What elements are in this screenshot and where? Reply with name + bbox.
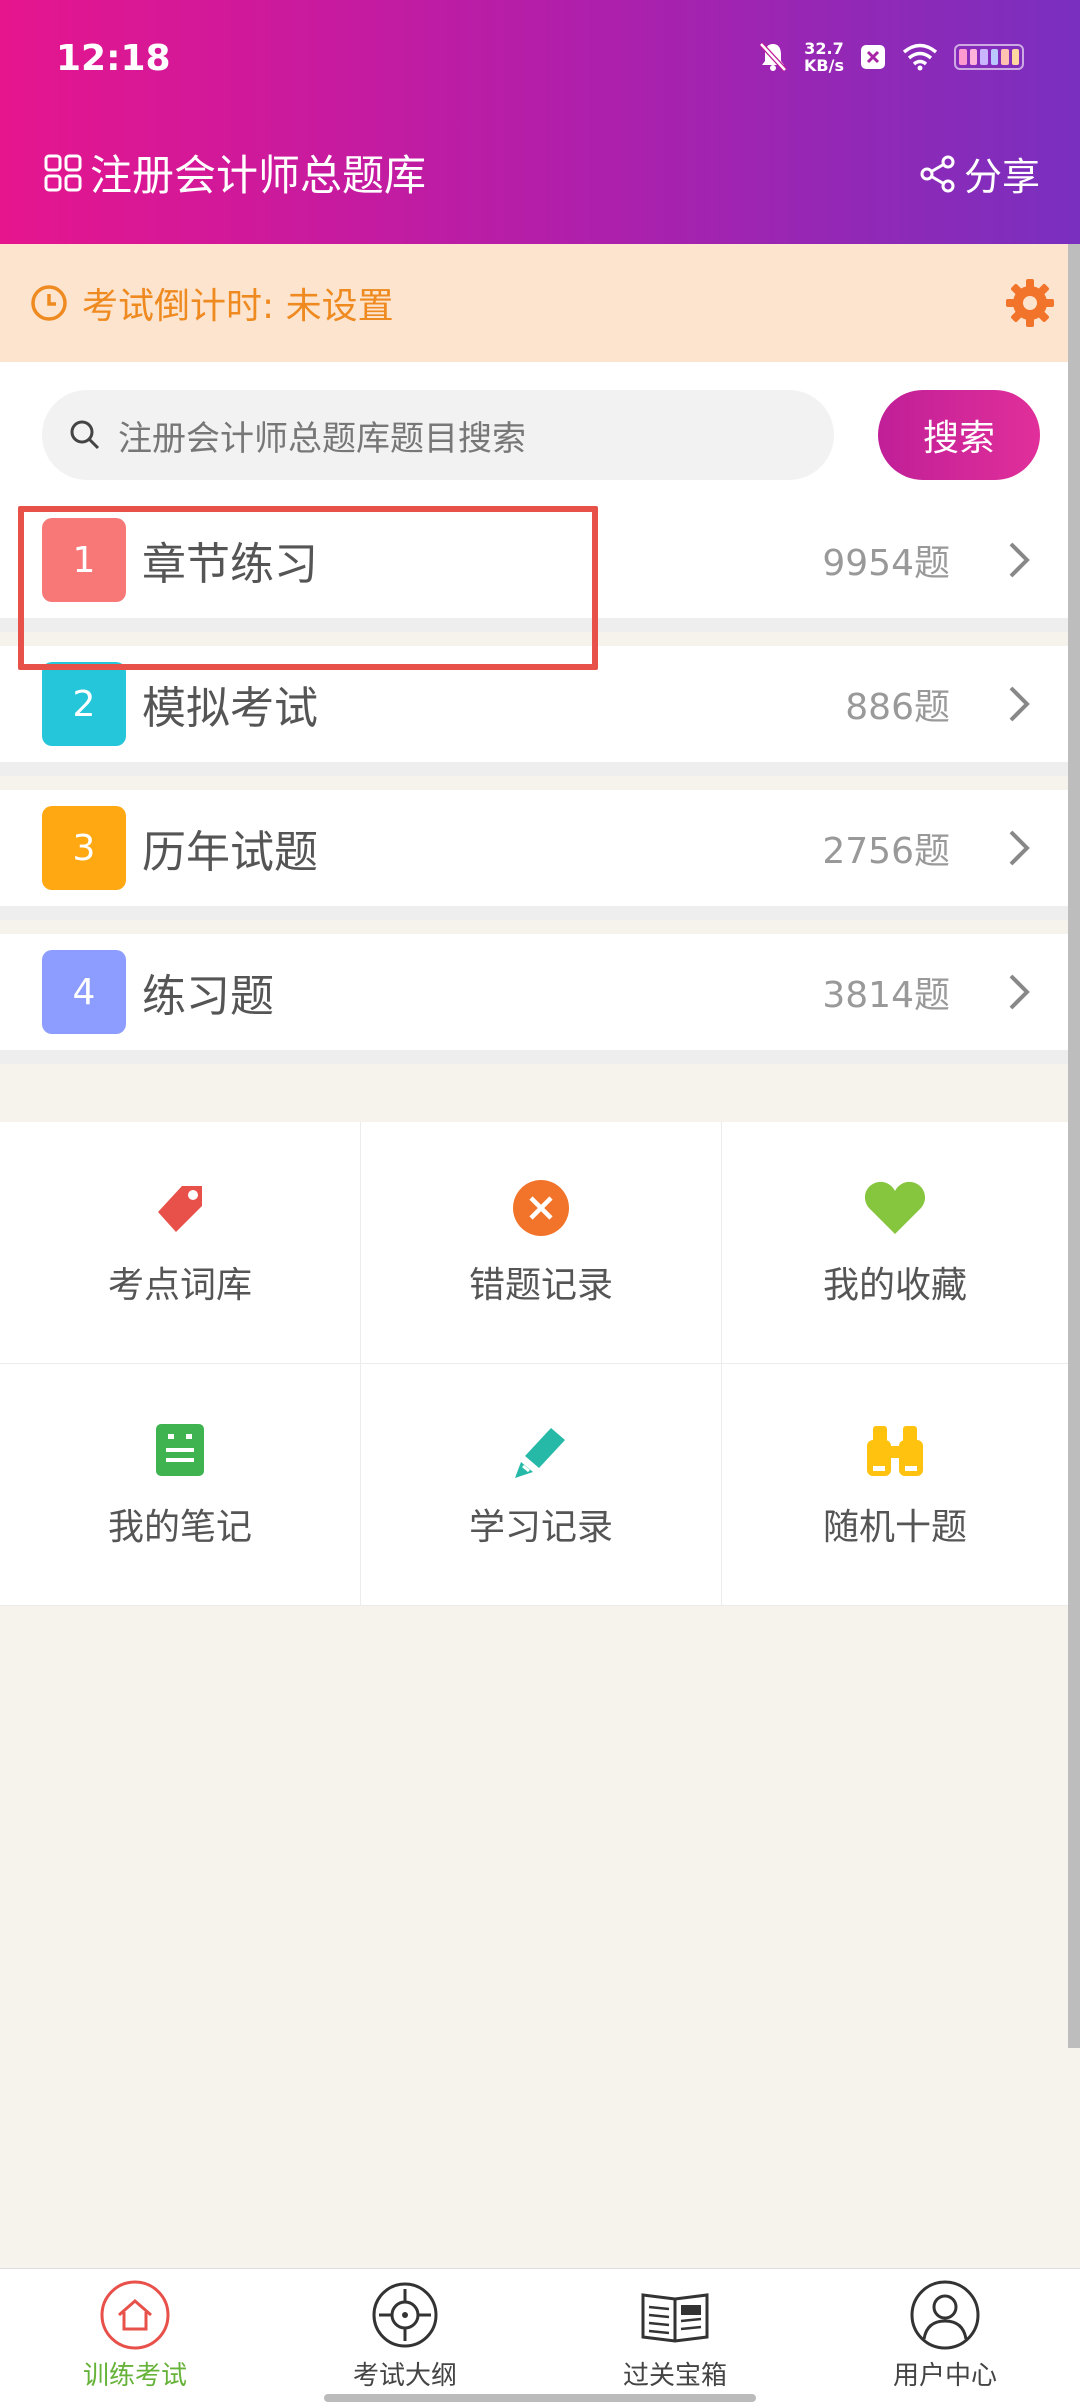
app-header: 12:18 32.7 KB/s 注册会计师总题库 分享 (0, 0, 1080, 244)
tool-label: 考点词库 (107, 1264, 252, 1306)
search-icon (70, 420, 100, 450)
menu-item-practice-questions[interactable]: 4 练习题 3814题 (0, 934, 1068, 1064)
chevron-right-icon (1009, 830, 1030, 866)
notebook-icon (156, 1423, 204, 1476)
notification-x-icon (861, 45, 885, 69)
nav-exam-syllabus[interactable]: 考试大纲 (270, 2269, 540, 2408)
menu-label: 历年试题 (142, 827, 318, 878)
search-button[interactable]: 搜索 (878, 390, 1040, 480)
nav-label: 训练考试 (82, 2361, 187, 2391)
network-speed: 32.7 KB/s (804, 40, 844, 74)
nav-user-center[interactable]: 用户中心 (810, 2269, 1080, 2408)
chevron-right-icon (1009, 542, 1030, 578)
menu-count: 3814题 (822, 975, 950, 1016)
tool-random-ten[interactable]: 随机十题 (722, 1364, 1068, 1606)
highlight-annotation-box (18, 506, 598, 670)
chevron-right-icon (1009, 974, 1030, 1010)
status-icons: 32.7 KB/s (758, 40, 1024, 74)
nav-label: 用户中心 (892, 2361, 997, 2391)
share-label: 分享 (963, 155, 1040, 199)
tools-grid: 考点词库 错题记录 我的收藏 我的笔记 学习记录 随机十题 (0, 1122, 1068, 1606)
menu-label: 练习题 (142, 971, 274, 1022)
newspaper-icon (641, 2293, 709, 2343)
nav-pass-treasure[interactable]: 过关宝箱 (540, 2269, 810, 2408)
tool-label: 学习记录 (468, 1506, 613, 1548)
share-icon (920, 155, 955, 192)
menu-number-badge: 2 (42, 662, 126, 746)
tool-label: 我的笔记 (107, 1506, 252, 1548)
tool-wrong-answers[interactable]: 错题记录 (361, 1122, 722, 1364)
home-icon (100, 2280, 170, 2350)
target-icon (372, 2282, 438, 2348)
menu-number-badge: 4 (42, 950, 126, 1034)
tool-label: 错题记录 (468, 1264, 613, 1306)
tool-label: 我的收藏 (822, 1264, 967, 1306)
mute-bell-icon (759, 42, 787, 72)
gear-icon[interactable] (1004, 277, 1056, 329)
heart-icon (864, 1181, 926, 1234)
nav-label: 考试大纲 (352, 2361, 457, 2391)
tool-label: 随机十题 (822, 1506, 967, 1548)
menu-count: 9954题 (822, 543, 950, 584)
menu-count: 2756题 (822, 831, 950, 872)
speed-value: 32.7 (804, 39, 844, 58)
grid-menu-icon[interactable] (44, 154, 82, 192)
nav-training-exam[interactable]: 训练考试 (0, 2269, 270, 2408)
nav-label: 过关宝箱 (622, 2361, 727, 2391)
wifi-icon (902, 43, 938, 71)
app-title: 注册会计师总题库 (90, 151, 427, 200)
menu-label: 模拟考试 (142, 683, 318, 734)
home-indicator (324, 2394, 756, 2402)
search-input[interactable]: 注册会计师总题库题目搜索 (42, 390, 834, 480)
share-button[interactable]: 分享 (920, 146, 1040, 201)
tool-favorites[interactable]: 我的收藏 (722, 1122, 1068, 1364)
battery-icon (954, 44, 1024, 70)
search-area: 注册会计师总题库题目搜索 搜索 (0, 362, 1080, 502)
bottom-nav: 训练考试 考试大纲 过关宝箱 用户中心 (0, 2268, 1080, 2408)
tool-keyword-library[interactable]: 考点词库 (0, 1122, 361, 1364)
binoculars-icon (867, 1425, 923, 1476)
user-icon (910, 2280, 980, 2350)
search-placeholder: 注册会计师总题库题目搜索 (118, 418, 526, 459)
countdown-label: 考试倒计时: 未设置 (82, 286, 394, 327)
speed-unit: KB/s (804, 56, 844, 75)
pen-icon (515, 1427, 565, 1478)
close-circle-icon (513, 1179, 569, 1236)
title-row: 注册会计师总题库 (44, 142, 426, 203)
menu-item-past-exams[interactable]: 3 历年试题 2756题 (0, 790, 1068, 920)
menu-number-badge: 3 (42, 806, 126, 890)
scrollbar[interactable] (1068, 244, 1080, 2048)
exam-countdown-bar[interactable]: 考试倒计时: 未设置 (0, 244, 1080, 362)
tag-icon (158, 1185, 202, 1232)
chevron-right-icon (1009, 686, 1030, 722)
clock-icon (31, 285, 67, 321)
menu-count: 886题 (845, 687, 950, 728)
tool-my-notes[interactable]: 我的笔记 (0, 1364, 361, 1606)
status-time: 12:18 (56, 38, 171, 79)
tool-study-records[interactable]: 学习记录 (361, 1364, 722, 1606)
